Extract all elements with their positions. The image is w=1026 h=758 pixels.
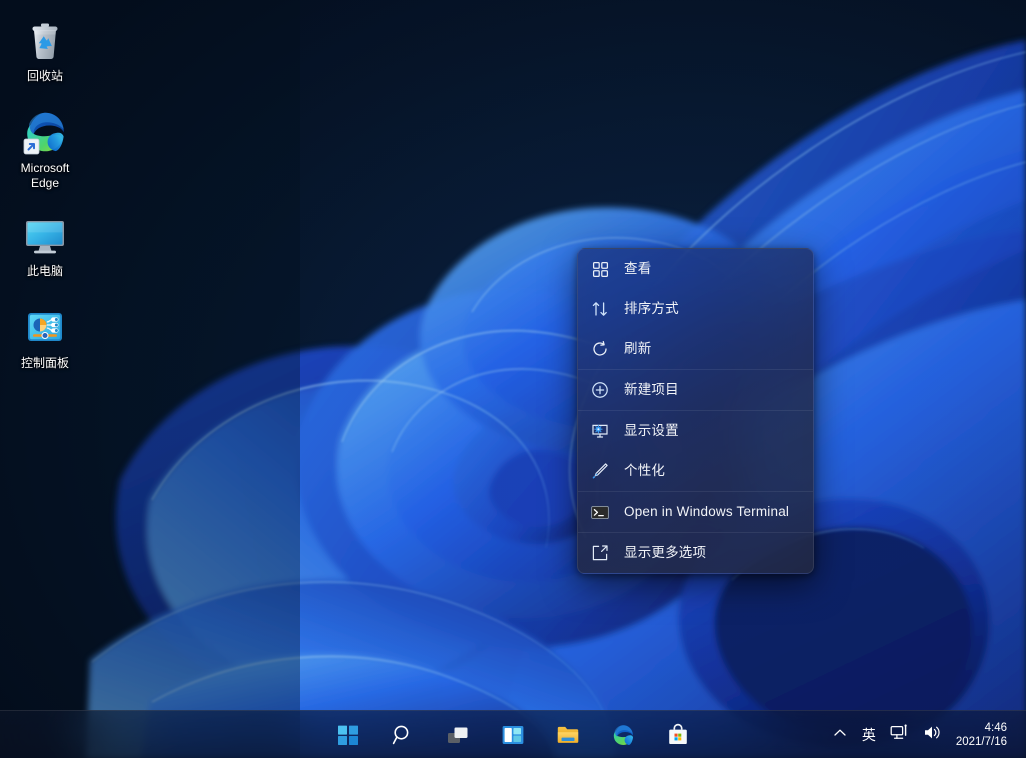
context-menu-item-sort-by[interactable]: 排序方式 [578,289,813,329]
desktop-icon-label: 此电脑 [27,264,63,279]
taskbar-clock[interactable]: 4:46 2021/7/16 [949,716,1017,754]
desktop-icon-control-panel[interactable]: 控制面板 [5,297,85,371]
context-menu-item-label: 个性化 [624,462,665,480]
task-view-icon [446,723,470,747]
grid-view-icon [590,259,610,279]
tray-volume-button[interactable] [916,716,949,754]
context-menu-item-new[interactable]: 新建项目 [578,370,813,410]
desktop-icon-label: Microsoft Edge [5,161,85,191]
tray-overflow-button[interactable] [825,716,855,754]
desktop-icon-grid: 回收站 [0,0,90,371]
network-icon [890,724,909,746]
context-menu-item-label: 新建项目 [624,381,679,399]
wallpaper-bloom-artwork [0,0,1026,758]
desktop-icon-microsoft-edge[interactable]: Microsoft Edge [5,102,85,191]
plus-circle-icon [590,380,610,400]
search-icon [391,723,415,747]
context-menu-item-show-more-options[interactable]: 显示更多选项 [578,533,813,573]
edge-icon [21,108,69,156]
volume-icon [923,724,942,746]
context-menu-item-label: Open in Windows Terminal [624,503,789,521]
taskbar-start-button[interactable] [328,715,368,755]
desktop-screen: 回收站 [0,0,1026,758]
tray-network-button[interactable] [883,716,916,754]
clock-date: 2021/7/16 [956,735,1007,749]
refresh-icon [590,339,610,359]
taskbar-widgets-button[interactable] [493,715,533,755]
edge-icon [611,723,635,747]
desktop-context-menu[interactable]: 查看 排序方式 刷新 [577,248,814,574]
chevron-up-icon [832,725,848,746]
store-bag-icon [666,723,690,747]
show-more-options-icon [590,543,610,563]
taskbar-search-button[interactable] [383,715,423,755]
context-menu-item-label: 排序方式 [624,300,679,318]
taskbar-store-button[interactable] [658,715,698,755]
shortcut-arrow-badge [24,139,39,154]
monitor-icon [21,211,69,259]
taskbar-edge-button[interactable] [603,715,643,755]
ime-label: 英 [862,725,876,745]
terminal-icon [590,502,610,522]
context-menu-group: 显示设置 个性化 [578,410,813,491]
windows-logo-icon [336,723,360,747]
system-tray: 英 [825,711,1026,758]
desktop-icon-this-pc[interactable]: 此电脑 [5,205,85,279]
context-menu-item-open-in-windows-terminal[interactable]: Open in Windows Terminal [578,492,813,532]
context-menu-item-view[interactable]: 查看 [578,249,813,289]
desktop-icon-label: 控制面板 [21,356,69,371]
context-menu-group: 显示更多选项 [578,532,813,573]
context-menu-group: 查看 排序方式 刷新 [578,249,813,369]
taskbar-task-view-button[interactable] [438,715,478,755]
folder-icon [556,723,580,747]
tray-ime-indicator[interactable]: 英 [855,716,883,754]
desktop-icon-label: 回收站 [27,69,63,84]
context-menu-item-label: 刷新 [624,340,651,358]
sort-arrows-icon [590,299,610,319]
widgets-icon [501,723,525,747]
context-menu-item-display-settings[interactable]: 显示设置 [578,411,813,451]
context-menu-item-label: 显示更多选项 [624,544,706,562]
context-menu-group: Open in Windows Terminal [578,491,813,532]
context-menu-item-personalize[interactable]: 个性化 [578,451,813,491]
desktop-icon-recycle-bin[interactable]: 回收站 [5,10,85,84]
context-menu-item-label: 查看 [624,260,651,278]
recycle-bin-icon [21,16,69,64]
taskbar-file-explorer-button[interactable] [548,715,588,755]
desktop-wallpaper[interactable] [0,0,1026,758]
brush-icon [590,461,610,481]
context-menu-item-refresh[interactable]: 刷新 [578,329,813,369]
control-panel-icon [21,303,69,351]
display-settings-icon [590,421,610,441]
context-menu-item-label: 显示设置 [624,422,679,440]
context-menu-group: 新建项目 [578,369,813,410]
clock-time: 4:46 [985,721,1007,735]
taskbar[interactable]: 英 [0,710,1026,758]
